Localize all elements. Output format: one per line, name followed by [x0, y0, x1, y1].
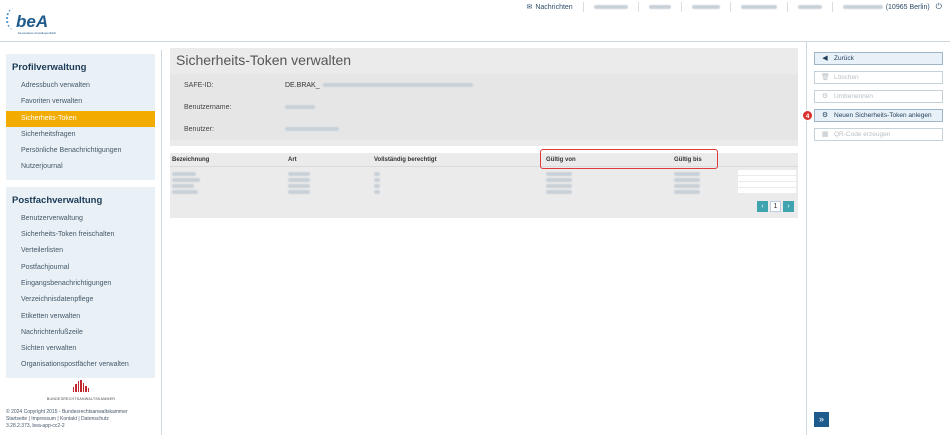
sidebar-item-message-footer[interactable]: Nachrichtenfußzeile — [6, 325, 155, 341]
nav-item-blurred[interactable] — [648, 5, 671, 9]
sidebar-item-user-journal[interactable]: Nutzerjournal — [6, 159, 155, 175]
qr-code-button[interactable]: ▦ QR-Code erzeugen — [814, 128, 943, 141]
field-label: SAFE-ID: — [184, 81, 214, 89]
user-info[interactable]: (10965 Berlin) ⏻ — [842, 2, 942, 12]
top-nav: ✉ Nachrichten (10965 Berlin) ⏻ — [526, 0, 942, 14]
action-panel: ◀ Zurück 🗑 Löschen ⚙ Umbenennen ⚙ Neuen … — [802, 42, 950, 435]
field-value-blurred — [285, 105, 315, 109]
field-user: Benutzer: — [170, 118, 798, 140]
sidebar-footer: BUNDESRECHTSANWALTSKAMMER © 2024 Copyrig… — [6, 380, 156, 430]
sidebar-item-inbox-notifications[interactable]: Eingangsbenachrichtigungen — [6, 276, 155, 292]
token-fields: SAFE-ID: DE.BRAK_ Benutzername: Benutzer… — [170, 74, 798, 140]
pager-page-button[interactable]: 1 — [770, 201, 781, 212]
highlight-validity-columns — [540, 149, 718, 169]
step-badge: 4 — [802, 110, 813, 121]
footer-links[interactable]: Startseite | Impressum | Kontakt | Daten… — [6, 416, 156, 423]
power-icon[interactable]: ⏻ — [936, 2, 942, 12]
back-arrow-icon: ◀ — [822, 55, 828, 62]
sidebar-item-mailbox-journal[interactable]: Postfachjournal — [6, 260, 155, 276]
col-header-type[interactable]: Art — [286, 157, 372, 163]
pager-next-button[interactable]: › — [783, 201, 794, 212]
sidebar-item-address-book[interactable]: Adressbuch verwalten — [6, 78, 155, 94]
brak-logo-icon — [72, 380, 90, 392]
table-body — [170, 167, 798, 194]
sidebar-item-token-unlock[interactable]: Sicherheits-Token freischalten — [6, 227, 155, 243]
new-token-button-label: Neuen Sicherheits-Token anlegen — [834, 112, 932, 119]
field-value-blurred — [322, 83, 473, 87]
field-value-blurred — [285, 127, 339, 131]
field-label: Benutzername: — [184, 103, 232, 111]
rename-button-label: Umbenennen — [834, 93, 874, 100]
col-header-name[interactable]: Bezeichnung — [170, 157, 286, 163]
pager-prev-button[interactable]: ‹ — [757, 201, 768, 212]
nav-messages-label: Nachrichten — [535, 3, 573, 11]
sidebar-item-org-mailboxes[interactable]: Organisationspostfächer verwalten — [6, 357, 155, 373]
version-text: 3.28.2.373, bea-app-cc2-2 — [6, 423, 65, 429]
nav-divider — [637, 2, 639, 12]
back-button-label: Zurück — [834, 55, 854, 62]
nav-divider — [786, 2, 788, 12]
sidebar-item-labels[interactable]: Etiketten verwalten — [6, 309, 155, 325]
sidebar-item-security-token[interactable]: Sicherheits-Token — [6, 110, 155, 127]
page-title: Sicherheits-Token verwalten — [176, 52, 352, 68]
bea-logo[interactable]: beA besonderes Anwaltspostfach — [6, 6, 58, 36]
nav-messages[interactable]: ✉ Nachrichten — [526, 3, 573, 12]
nav-item-blurred[interactable] — [691, 5, 720, 9]
main-content: Sicherheits-Token verwalten SAFE-ID: DE.… — [170, 48, 798, 218]
new-token-button[interactable]: ⚙ Neuen Sicherheits-Token anlegen — [814, 109, 943, 122]
col-header-full-auth[interactable]: Vollständig berechtigt — [372, 157, 544, 163]
delete-button[interactable]: 🗑 Löschen — [814, 71, 943, 84]
sidebar-item-favorites[interactable]: Favoriten verwalten — [6, 94, 155, 110]
logo-subtitle: besonderes Anwaltspostfach — [18, 31, 57, 35]
nav-item-blurred[interactable] — [797, 5, 822, 9]
back-button[interactable]: ◀ Zurück — [814, 52, 943, 65]
gear-icon: ⚙ — [821, 112, 829, 119]
logo-text: beA — [16, 12, 49, 31]
rename-button[interactable]: ⚙ Umbenennen — [814, 90, 943, 103]
copyright-text: © 2024 Copyright 2015 - Bundesrechtsanwa… — [6, 409, 128, 415]
brak-logo: BUNDESRECHTSANWALTSKAMMER — [6, 380, 156, 403]
nav-item-blurred[interactable] — [593, 5, 628, 9]
top-bar: beA besonderes Anwaltspostfach ✉ Nachric… — [0, 0, 950, 42]
delete-button-label: Löschen — [834, 74, 859, 81]
sidebar-item-security-questions[interactable]: Sicherheitsfragen — [6, 127, 155, 143]
mailbox-menu: Postfachverwaltung Benutzerverwaltung Si… — [6, 186, 155, 378]
expand-panel-button[interactable]: » — [814, 412, 829, 427]
sidebar-item-directory-data[interactable]: Verzeichnisdatenpflege — [6, 292, 155, 308]
table-row[interactable] — [170, 187, 798, 194]
nav-item-blurred[interactable] — [740, 5, 777, 9]
user-location: (10965 Berlin) — [885, 3, 930, 11]
token-info-panel: Sicherheits-Token verwalten SAFE-ID: DE.… — [170, 48, 798, 146]
mailbox-menu-title: Postfachverwaltung — [12, 194, 103, 206]
user-name-blurred — [842, 5, 883, 9]
sidebar: Profilverwaltung Adressbuch verwalten Fa… — [0, 50, 162, 435]
field-username: Benutzername: — [170, 96, 798, 118]
profile-menu-title: Profilverwaltung — [12, 62, 87, 73]
qr-code-icon: ▦ — [821, 131, 829, 138]
field-safe-id: SAFE-ID: DE.BRAK_ — [170, 74, 798, 96]
profile-menu: Profilverwaltung Adressbuch verwalten Fa… — [6, 54, 155, 180]
sidebar-item-views[interactable]: Sichten verwalten — [6, 341, 155, 357]
nav-divider — [582, 2, 584, 12]
sidebar-item-distribution-lists[interactable]: Verteilerlisten — [6, 243, 155, 259]
nav-divider — [729, 2, 731, 12]
sidebar-item-notifications[interactable]: Persönliche Benachrichtigungen — [6, 143, 155, 159]
qr-code-button-label: QR-Code erzeugen — [834, 131, 891, 138]
nav-divider — [831, 2, 833, 12]
field-label: Benutzer: — [184, 125, 214, 133]
gear-icon: ⚙ — [821, 93, 829, 100]
nav-divider — [680, 2, 682, 12]
envelope-icon: ✉ — [526, 4, 533, 11]
sidebar-item-user-management[interactable]: Benutzerverwaltung — [6, 211, 155, 227]
field-value: DE.BRAK_ — [285, 81, 320, 89]
trash-icon: 🗑 — [821, 74, 830, 81]
brak-name: BUNDESRECHTSANWALTSKAMMER — [46, 397, 116, 401]
